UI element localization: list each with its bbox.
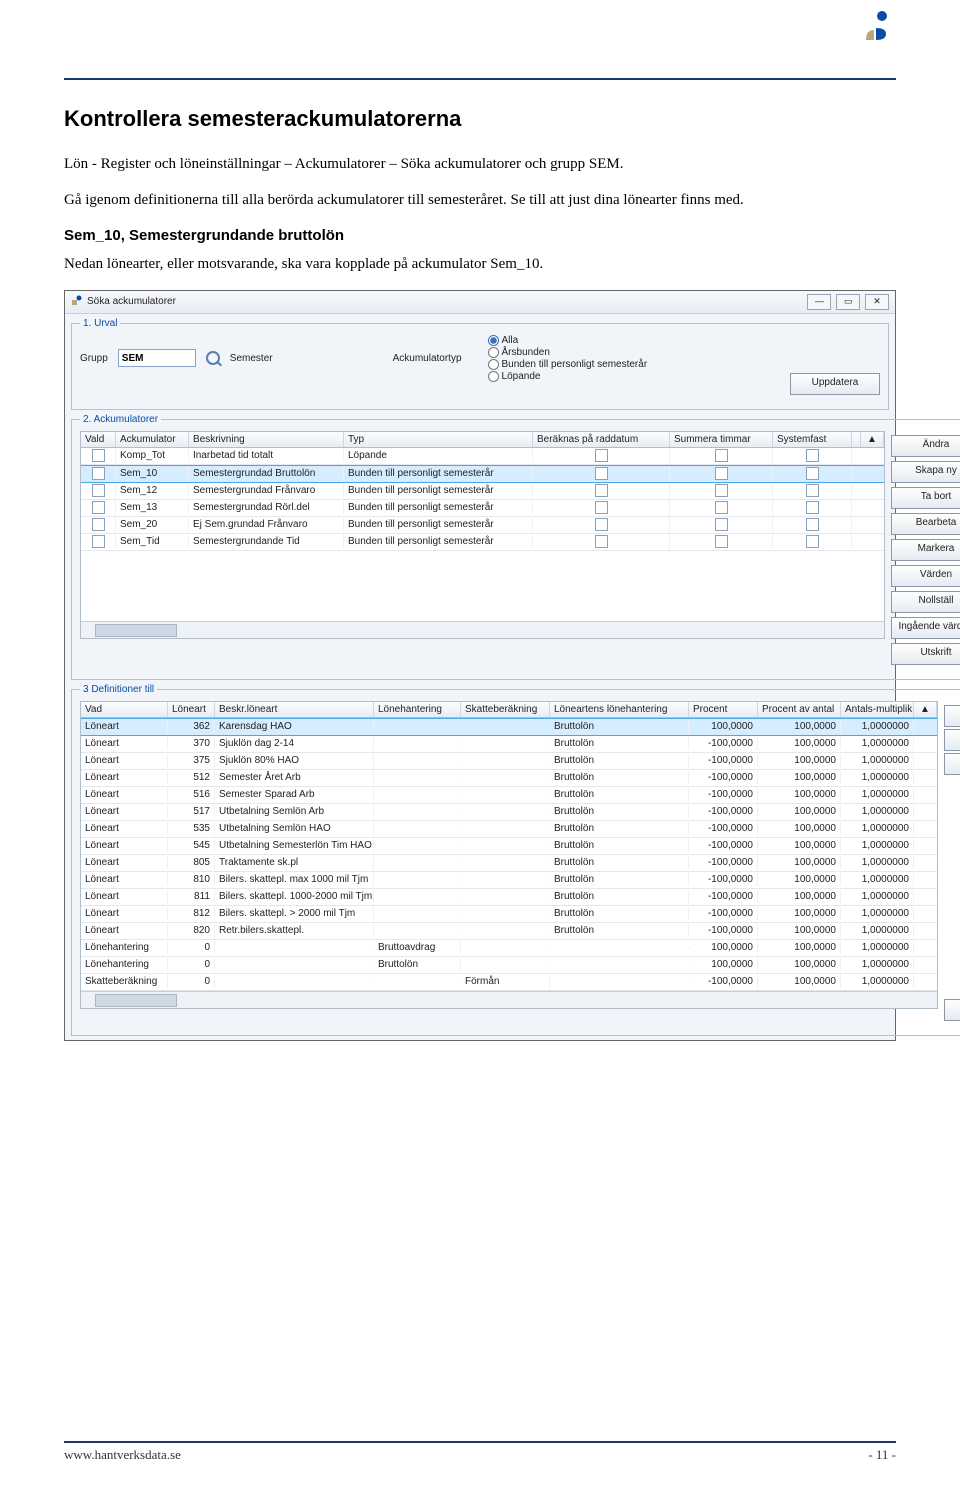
ingående-värden-button[interactable]: Ingående värden	[891, 617, 960, 639]
ack-col-header[interactable]: Systemfast	[773, 432, 852, 447]
footer-url: www.hantverksdata.se	[64, 1447, 181, 1463]
ny-button-2[interactable]: Ny	[944, 729, 960, 751]
urval-fieldset: 1. Urval Grupp Semester Ackumulatortyp A…	[71, 318, 889, 410]
värden-button[interactable]: Värden	[891, 565, 960, 587]
page-footer: www.hantverksdata.se - 11 -	[64, 1441, 896, 1463]
def-row[interactable]: Löneart805Traktamente sk.plBruttolön-100…	[81, 855, 937, 872]
def-row[interactable]: Skatteberäkning0Förmån-100,0000100,00001…	[81, 974, 937, 991]
window-titlebar: Söka ackumulatorer — ▭ ✕	[65, 291, 895, 314]
urval-legend: 1. Urval	[80, 318, 120, 329]
ack-row[interactable]: Sem_10Semestergrundad BruttolönBunden ti…	[81, 465, 884, 483]
page-title: Kontrollera semesterackumulatorerna	[64, 106, 896, 132]
ack-col-header[interactable]: Ackumulator	[116, 432, 189, 447]
ack-col-header[interactable]: Vald	[81, 432, 116, 447]
def-row[interactable]: Löneart545Utbetalning Semesterlön Tim HA…	[81, 838, 937, 855]
def-col-header[interactable]: Lönehantering	[374, 702, 461, 717]
ack-row[interactable]: Sem_TidSemestergrundande TidBunden till …	[81, 534, 884, 551]
bearbeta-button[interactable]: Bearbeta	[891, 513, 960, 535]
def-row[interactable]: Löneart811Bilers. skattepl. 1000-2000 mi…	[81, 889, 937, 906]
def-col-header[interactable]: Procent	[689, 702, 758, 717]
sub-heading: Sem_10, Semestergrundande bruttolön	[64, 227, 896, 244]
ack-row[interactable]: Komp_TotInarbetad tid totaltLöpande	[81, 448, 884, 465]
ta-bort-button-2[interactable]: Ta bort	[944, 753, 960, 775]
avbryt-button[interactable]: Avbryt	[944, 999, 960, 1021]
ack-col-header[interactable]: Beräknas på raddatum	[533, 432, 670, 447]
ack-col-header[interactable]: Beskrivning	[189, 432, 344, 447]
radio-arsbunden[interactable]: Årsbunden	[488, 347, 648, 358]
def-row[interactable]: Löneart516Semester Sparad ArbBruttolön-1…	[81, 787, 937, 804]
intro-paragraph-1: Lön - Register och löneinställningar – A…	[64, 154, 896, 174]
ack-scrollbar-h[interactable]	[81, 621, 884, 638]
grupp-input[interactable]	[118, 349, 196, 367]
def-row[interactable]: Löneart512Semester Året ArbBruttolön-100…	[81, 770, 937, 787]
ack-grid[interactable]: ValdAckumulatorBeskrivningTypBeräknas på…	[80, 431, 885, 639]
maximize-button[interactable]: ▭	[836, 294, 860, 310]
def-row[interactable]: Löneart375Sjuklön 80% HAOBruttolön-100,0…	[81, 753, 937, 770]
app-window: Söka ackumulatorer — ▭ ✕ 1. Urval Grupp …	[64, 290, 896, 1041]
ack-row[interactable]: Sem_13Semestergrundad Rörl.delBunden til…	[81, 500, 884, 517]
radio-lopande[interactable]: Löpande	[488, 371, 648, 382]
app-icon	[71, 294, 83, 309]
def-col-header[interactable]: Löneart	[168, 702, 215, 717]
nollställ-button[interactable]: Nollställ	[891, 591, 960, 613]
header-rule	[64, 78, 896, 80]
def-legend: 3 Definitioner till	[80, 684, 157, 695]
def-row[interactable]: Löneart820Retr.bilers.skattepl.Bruttolön…	[81, 923, 937, 940]
ändra-button[interactable]: Ändra	[891, 435, 960, 457]
ackumulatorer-fieldset: 2. Ackumulatorer ValdAckumulatorBeskrivn…	[71, 414, 960, 680]
markera-button[interactable]: Markera	[891, 539, 960, 561]
def-row[interactable]: Löneart810Bilers. skattepl. max 1000 mil…	[81, 872, 937, 889]
ack-row[interactable]: Sem_12Semestergrundad FrånvaroBunden til…	[81, 483, 884, 500]
acktyp-label: Ackumulatortyp	[393, 353, 462, 364]
def-col-header[interactable]: Skatteberäkning	[461, 702, 550, 717]
def-scrollbar-h[interactable]	[81, 991, 937, 1008]
grupp-desc: Semester	[230, 353, 273, 364]
search-icon[interactable]	[206, 351, 220, 365]
footer-page-number: - 11 -	[868, 1447, 896, 1463]
def-row[interactable]: Löneart812Bilers. skattepl. > 2000 mil T…	[81, 906, 937, 923]
window-title: Söka ackumulatorer	[87, 296, 176, 307]
def-row[interactable]: Lönehantering0Bruttolön100,0000100,00001…	[81, 957, 937, 974]
minimize-button[interactable]: —	[807, 294, 831, 310]
def-col-header[interactable]: Löneartens lönehantering	[550, 702, 689, 717]
def-col-header[interactable]: Vad	[81, 702, 168, 717]
intro-paragraph-3: Nedan lönearter, eller motsvarande, ska …	[64, 254, 896, 274]
def-row[interactable]: Löneart370Sjuklön dag 2-14Bruttolön-100,…	[81, 736, 937, 753]
def-col-header[interactable]: Beskr.löneart	[215, 702, 374, 717]
radio-alla[interactable]: Alla	[488, 335, 648, 346]
ack-col-header[interactable]: Typ	[344, 432, 533, 447]
intro-paragraph-2: Gå igenom definitionerna till alla berör…	[64, 190, 896, 210]
grupp-label: Grupp	[80, 353, 108, 364]
close-button[interactable]: ✕	[865, 294, 889, 310]
def-grid[interactable]: VadLöneartBeskr.löneartLönehanteringSkat…	[80, 701, 938, 1009]
ta-bort-button[interactable]: Ta bort	[891, 487, 960, 509]
def-col-header[interactable]: Antals-multiplik	[841, 702, 914, 717]
ack-row[interactable]: Sem_20Ej Sem.grundad FrånvaroBunden till…	[81, 517, 884, 534]
window-controls: — ▭ ✕	[805, 294, 889, 310]
ändra-button-2[interactable]: Ändra	[944, 705, 960, 727]
acktyp-radio-group: Alla Årsbunden Bunden till personligt se…	[488, 335, 648, 382]
definitioner-fieldset: 3 Definitioner till VadLöneartBeskr.löne…	[71, 684, 960, 1036]
def-row[interactable]: Löneart517Utbetalning Semlön ArbBruttolö…	[81, 804, 937, 821]
ack-col-header[interactable]: Summera timmar	[670, 432, 773, 447]
uppdatera-button[interactable]: Uppdatera	[790, 373, 880, 395]
utskrift-button[interactable]: Utskrift	[891, 643, 960, 665]
def-col-header[interactable]: Procent av antal	[758, 702, 841, 717]
radio-bunden-personligt[interactable]: Bunden till personligt semesterår	[488, 359, 648, 370]
def-row[interactable]: Lönehantering0Bruttoavdrag100,0000100,00…	[81, 940, 937, 957]
def-row[interactable]: Löneart362Karensdag HAOBruttolön100,0000…	[81, 718, 937, 736]
skapa-ny-button[interactable]: Skapa ny	[891, 461, 960, 483]
ack-legend: 2. Ackumulatorer	[80, 414, 161, 425]
def-row[interactable]: Löneart535Utbetalning Semlön HAOBruttolö…	[81, 821, 937, 838]
brand-logo-icon	[862, 10, 890, 49]
